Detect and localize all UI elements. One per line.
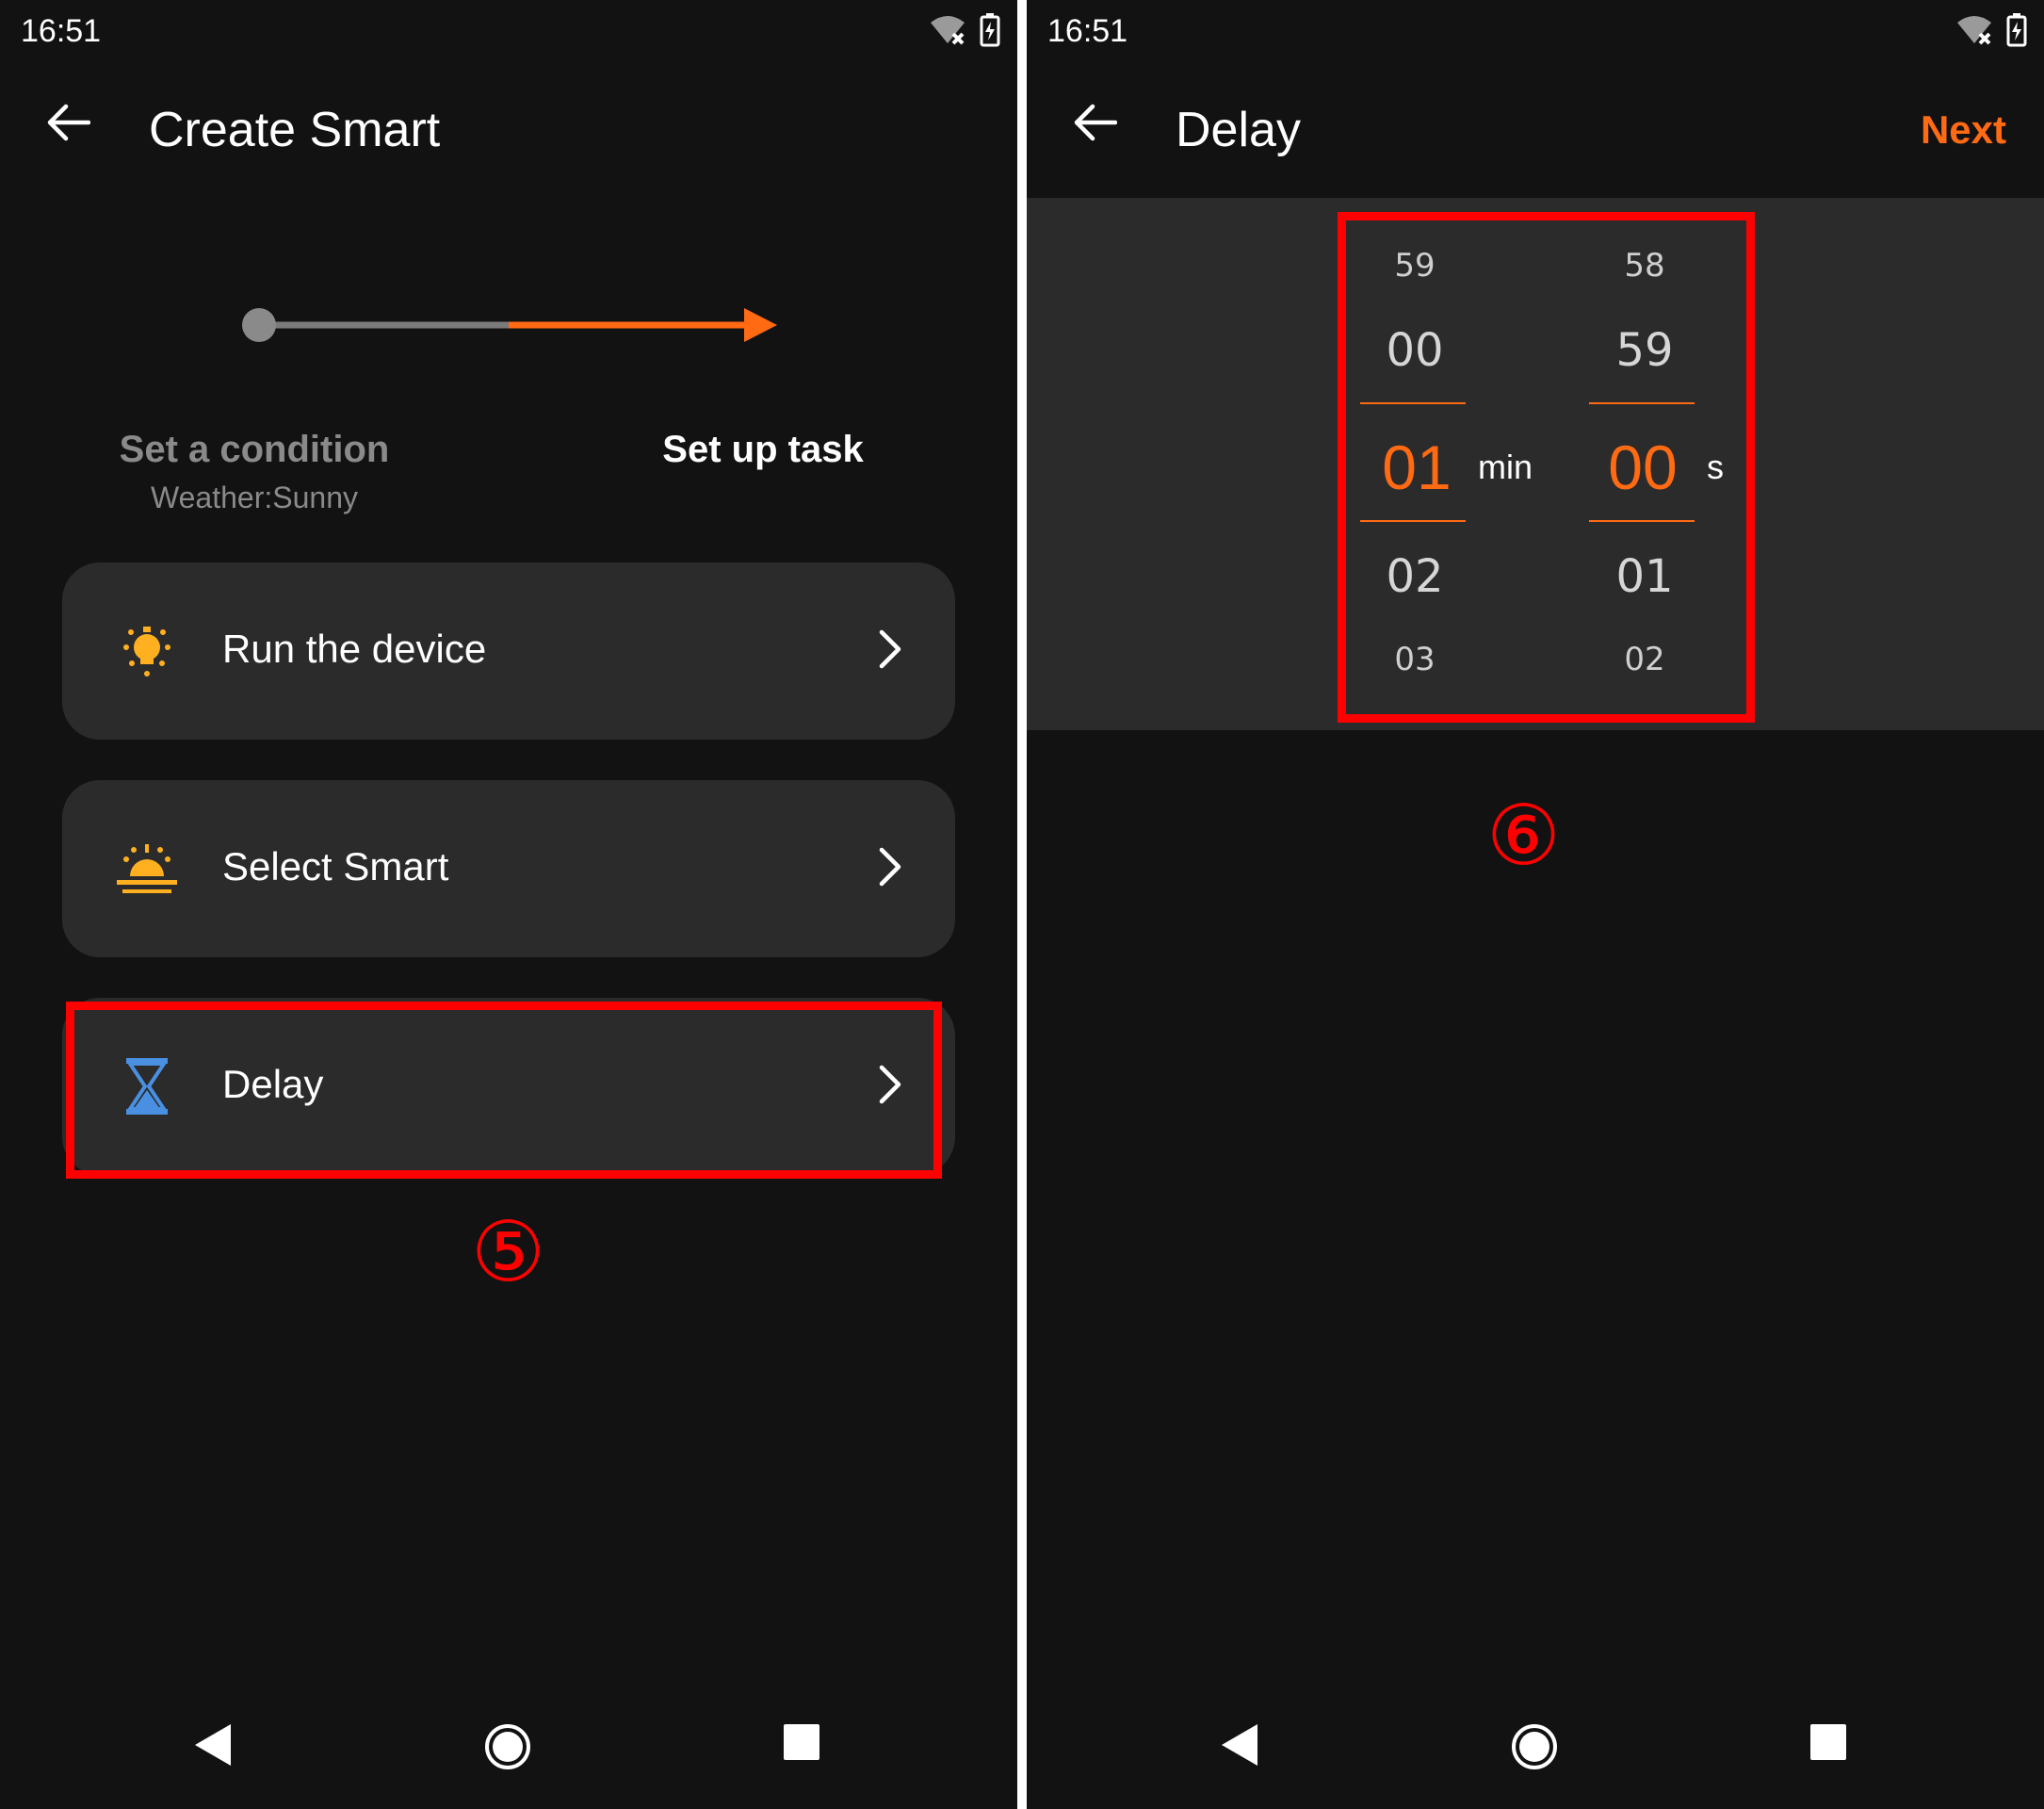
delay-highlight-box — [66, 1002, 942, 1179]
create-smart-screen: 16:51 Create Smart Set a condition Weath… — [0, 0, 1017, 1809]
battery-charging-icon — [2006, 13, 2027, 47]
item-label: Select Smart — [222, 844, 449, 888]
condition-value: Weather:Sunny — [151, 481, 358, 514]
nav-recents-icon[interactable] — [782, 1722, 821, 1762]
back-arrow-icon[interactable] — [1074, 104, 1117, 141]
system-nav-bar — [1027, 1696, 2044, 1809]
step-marker-six: ⑥ — [1486, 789, 1561, 882]
page-title: Create Smart — [149, 103, 441, 157]
status-icons — [1955, 13, 2027, 47]
chevron-right-icon — [879, 847, 901, 887]
sunrise-icon — [117, 844, 177, 893]
battery-charging-icon — [980, 13, 1000, 47]
nav-home-icon[interactable] — [1510, 1722, 1559, 1771]
delay-screen: 16:51 Delay Next 59 00 01 min 02 03 58 5… — [1027, 0, 2044, 1809]
light-bulb-icon — [123, 627, 170, 676]
chevron-right-icon — [879, 629, 901, 669]
run-device-item[interactable]: Run the device — [62, 562, 955, 740]
task-step-label: Set up task — [662, 429, 864, 470]
step-marker-five: ⑤ — [471, 1205, 545, 1298]
progress-track — [242, 308, 777, 342]
nav-recents-icon[interactable] — [1809, 1722, 1848, 1762]
wifi-off-icon — [1957, 16, 1991, 45]
status-icons — [929, 13, 1000, 47]
picker-highlight-box — [1338, 212, 1755, 723]
status-time: 16:51 — [21, 13, 102, 49]
back-arrow-icon[interactable] — [47, 104, 90, 141]
page-title: Delay — [1176, 103, 1301, 157]
wifi-off-icon — [931, 16, 965, 45]
nav-back-icon[interactable] — [1220, 1722, 1259, 1768]
item-label: Run the device — [222, 627, 487, 671]
status-time: 16:51 — [1047, 13, 1128, 49]
next-button[interactable]: Next — [1921, 107, 2006, 153]
select-smart-item[interactable]: Select Smart — [62, 780, 955, 957]
nav-home-icon[interactable] — [483, 1722, 532, 1771]
condition-step-label: Set a condition — [119, 429, 390, 470]
nav-back-icon[interactable] — [193, 1722, 233, 1768]
system-nav-bar — [0, 1696, 1017, 1809]
